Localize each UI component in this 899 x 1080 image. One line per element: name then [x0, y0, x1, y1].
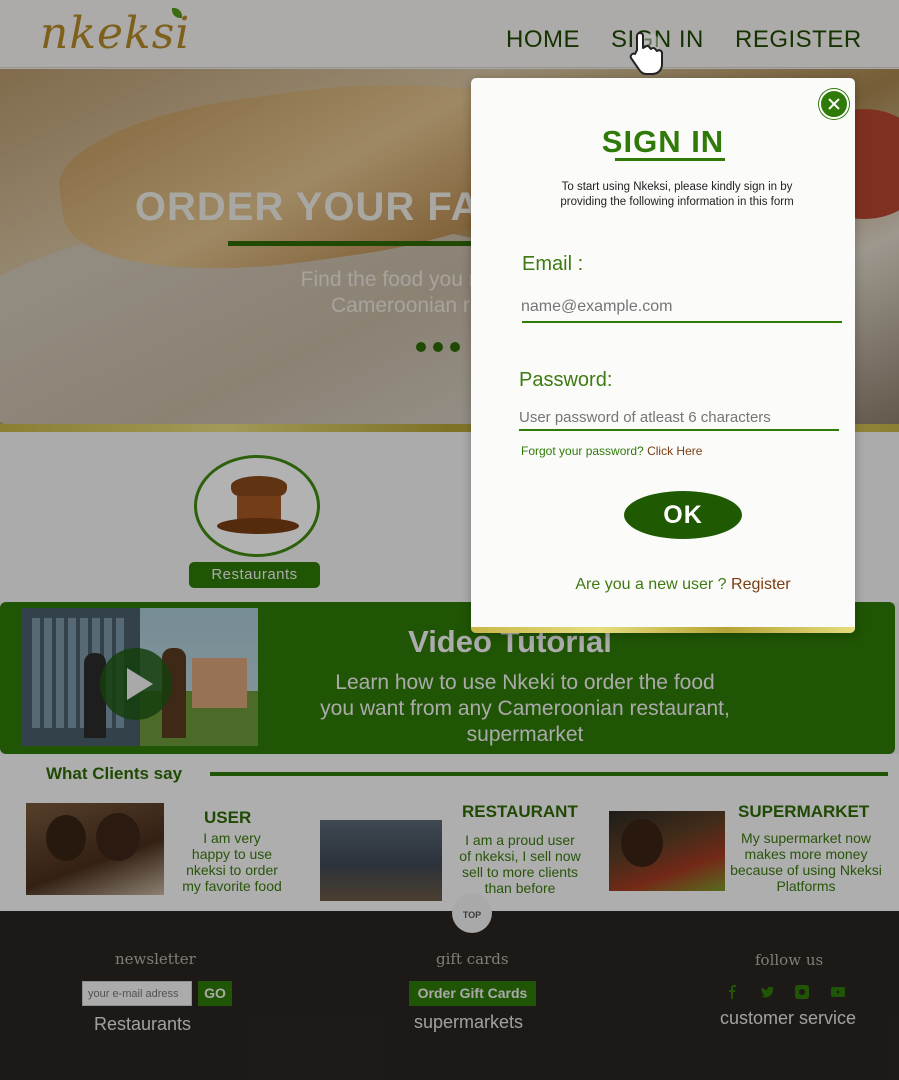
password-field-underline	[519, 429, 839, 431]
modal-intro-line: providing the following information in t…	[560, 196, 794, 208]
forgot-password-text: Forgot your password? Click Here	[521, 444, 702, 458]
new-user-text: Are you a new user ?	[575, 576, 727, 593]
modal-title: SIGN IN	[601, 124, 725, 159]
close-icon[interactable]	[819, 89, 849, 119]
password-field[interactable]	[519, 406, 839, 428]
modal-intro: To start using Nkeksi, please kindly sig…	[471, 180, 855, 210]
register-link[interactable]: Register	[731, 576, 791, 593]
modal-bottom-border	[471, 627, 855, 633]
ok-button[interactable]: OK	[624, 491, 742, 539]
modal-title-underline	[615, 158, 725, 161]
forgot-password-link[interactable]: Click Here	[647, 444, 702, 458]
signin-modal: SIGN IN To start using Nkeksi, please ki…	[471, 78, 855, 633]
modal-intro-line: To start using Nkeksi, please kindly sig…	[561, 181, 793, 193]
email-label: Email :	[522, 253, 584, 275]
email-field-underline	[522, 321, 842, 323]
new-user-prompt: Are you a new user ? Register	[471, 576, 855, 594]
hand-pointer-icon	[625, 30, 665, 80]
email-field[interactable]	[521, 296, 841, 318]
password-label: Password:	[519, 369, 613, 391]
forgot-password-label: Forgot your password?	[521, 444, 644, 458]
